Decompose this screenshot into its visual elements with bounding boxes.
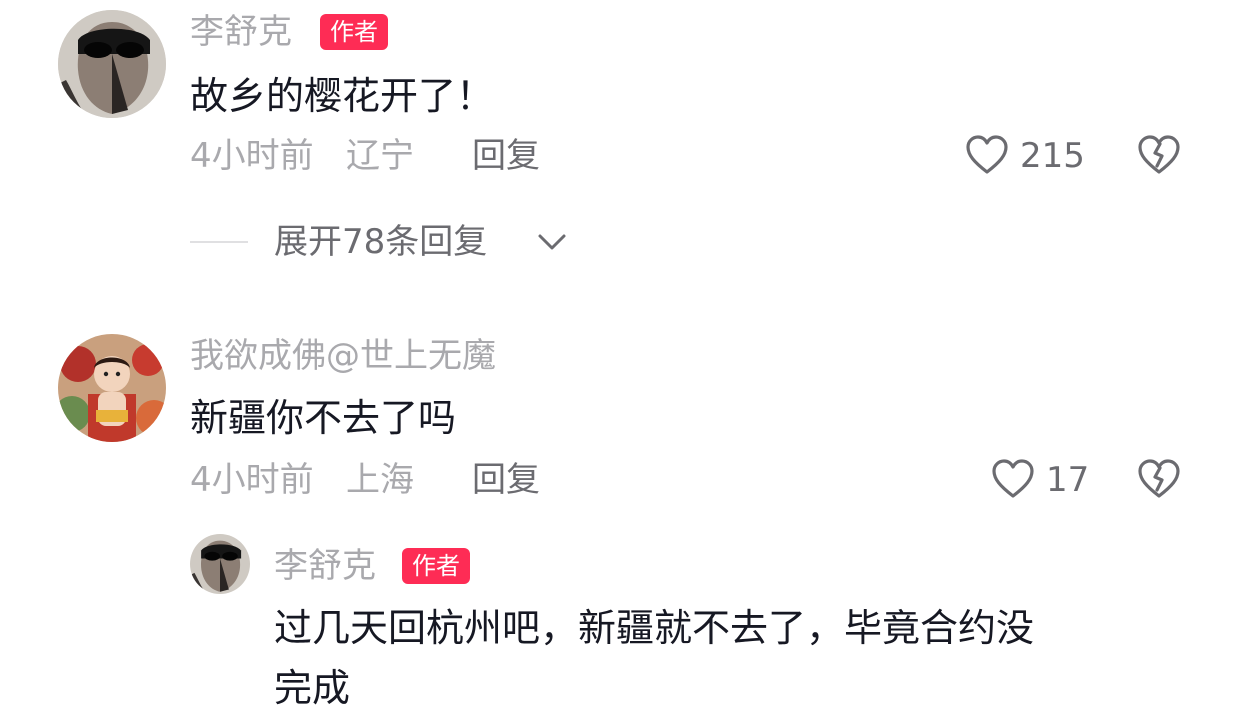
baby-figure-avatar-icon — [58, 334, 166, 442]
expand-toggle[interactable] — [536, 228, 568, 256]
broken-heart-icon — [1138, 459, 1180, 498]
reply-button[interactable]: 回复 — [472, 136, 540, 176]
dislike-button[interactable] — [1136, 458, 1182, 502]
author-badge: 作者 — [402, 548, 470, 584]
comment-time: 4小时前 — [190, 460, 314, 500]
comment-time: 4小时前 — [190, 136, 314, 176]
comment-text: 新疆你不去了吗 — [190, 396, 457, 440]
heart-icon — [992, 459, 1034, 498]
avatar-lishuke[interactable] — [58, 10, 166, 118]
reply-text-line: 过几天回杭州吧，新疆就不去了，毕竟合约没 — [274, 606, 1035, 650]
broken-heart-icon — [1138, 135, 1180, 174]
avatar-user[interactable] — [58, 334, 166, 442]
masked-face-avatar-icon — [190, 534, 250, 594]
comment-location: 辽宁 — [346, 136, 414, 176]
reply-text-line: 完成 — [274, 666, 351, 710]
like-count: 215 — [1020, 136, 1085, 176]
reply-button[interactable]: 回复 — [472, 460, 540, 500]
comment-username[interactable]: 我欲成佛@世上无魔 — [190, 336, 496, 376]
dislike-button[interactable] — [1136, 134, 1182, 178]
like-button[interactable] — [990, 458, 1036, 502]
heart-icon — [966, 135, 1008, 174]
reply-username[interactable]: 李舒克 — [274, 546, 376, 586]
masked-face-avatar-icon — [58, 10, 166, 118]
chevron-down-icon — [538, 234, 566, 250]
comment-text: 故乡的樱花开了！ — [190, 74, 495, 118]
reply-avatar-lishuke[interactable] — [190, 534, 250, 594]
comment-location: 上海 — [346, 460, 414, 500]
like-button[interactable] — [964, 134, 1010, 178]
expand-divider — [190, 241, 248, 243]
expand-replies-button[interactable]: 展开78条回复 — [274, 222, 487, 262]
author-badge: 作者 — [320, 14, 388, 50]
comment-username[interactable]: 李舒克 — [190, 12, 292, 52]
like-count: 17 — [1046, 460, 1090, 500]
